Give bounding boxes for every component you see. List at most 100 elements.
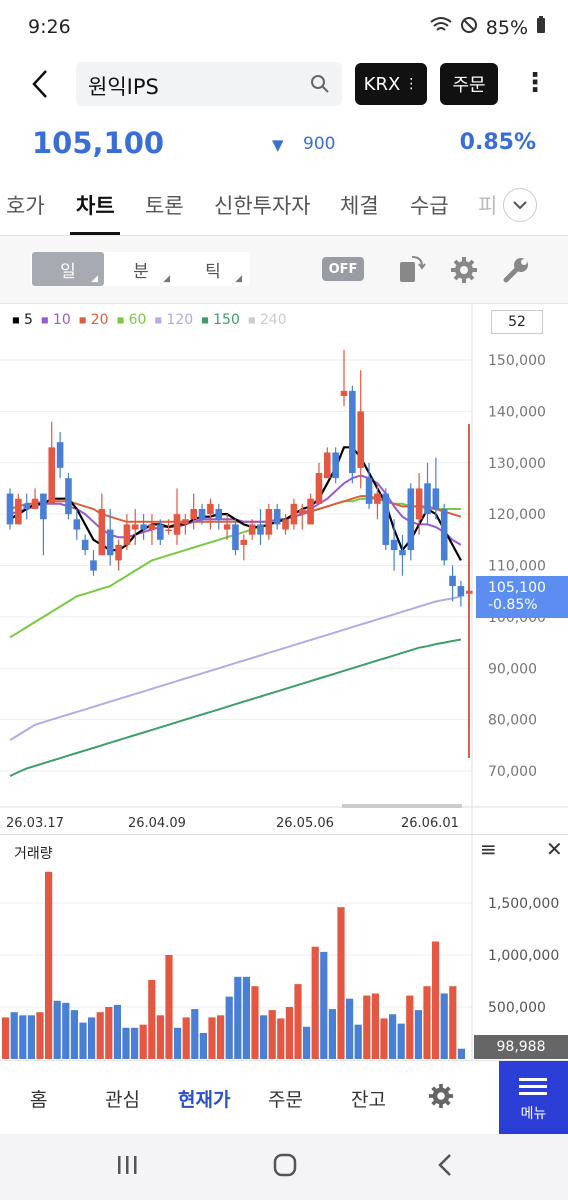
volume-bar [311, 946, 319, 1059]
volume-bar [148, 979, 156, 1059]
x-tick-label: 26.03.17 [6, 816, 64, 831]
order-button[interactable]: 주문 [440, 63, 498, 105]
stock-tabs: 호가 차트 토론 신한투자자 체결 수급 피 [0, 178, 568, 236]
candle-body [290, 503, 298, 525]
moving-average-lines [9, 446, 462, 777]
scroll-thumb[interactable] [342, 804, 462, 808]
krx-button[interactable]: KRX ⋮ [355, 63, 427, 105]
volume-bar [432, 941, 440, 1059]
volume-chart[interactable]: 1,500,000 1,000,000 500,000 거래량 ≡ ✕ 98,988 [0, 834, 568, 1061]
nav-balance[interactable]: 잔고 [351, 1085, 386, 1112]
legend-item: ■ 10 [41, 312, 71, 328]
x-tick-label: 26.05.06 [276, 816, 334, 831]
candle-body [457, 586, 465, 597]
x-tick-label: 26.04.09 [128, 816, 186, 831]
status-bar: 9:26 85% [0, 0, 568, 56]
candle-body [90, 560, 97, 571]
x-axis-ticks: 26.03.17 26.04.09 26.05.06 26.06.01 [6, 816, 459, 831]
volume-bar [277, 1018, 285, 1059]
period-minute-button[interactable]: 분 ◢ [106, 252, 176, 286]
volume-bar [406, 995, 414, 1059]
candle-body [332, 452, 339, 479]
tab-discussion[interactable]: 토론 [145, 190, 184, 220]
candle-body [207, 503, 214, 515]
period-day-button[interactable]: 일 ◢ [32, 252, 104, 286]
candle-body [73, 519, 81, 530]
candle-body [106, 529, 114, 556]
candle-body [465, 590, 473, 594]
candle-body [31, 498, 39, 509]
home-icon[interactable] [272, 1152, 298, 1182]
candle-body [349, 390, 356, 474]
back-nav-icon[interactable] [436, 1152, 454, 1182]
back-button[interactable] [28, 68, 52, 104]
legend-label: 240 [255, 312, 287, 328]
down-triangle-icon: ▼ [272, 136, 284, 154]
period-tick-button[interactable]: 틱 ◢ [178, 252, 248, 286]
nav-menu-button[interactable]: 메뉴 [499, 1061, 568, 1135]
nav-order[interactable]: 주문 [268, 1085, 303, 1112]
recent-apps-icon[interactable] [116, 1154, 138, 1180]
more-menu-icon[interactable]: ⋮ [522, 68, 548, 98]
legend-swatch: ■ [154, 315, 162, 325]
legend-label: 60 [124, 312, 147, 328]
chart-toolbar: 일 ◢ 분 ◢ 틱 ◢ OFF [0, 236, 568, 304]
menu-lines-icon [519, 1077, 547, 1101]
y-tick-label: 140,000 [488, 404, 546, 420]
legend-swatch: ■ [12, 315, 20, 325]
volume-bar [354, 1024, 362, 1059]
tab-shinhan-investors[interactable]: 신한투자자 [214, 190, 311, 220]
volume-bar [363, 995, 371, 1059]
tab-orderbook[interactable]: 호가 [6, 190, 45, 220]
volume-bar [191, 1009, 199, 1059]
current-price-tag: 105,100 -0.85% [476, 576, 568, 618]
volume-bar [122, 1027, 130, 1059]
volume-bar [285, 1007, 293, 1059]
close-icon[interactable]: ✕ [546, 837, 563, 861]
candle-body [165, 529, 172, 532]
price-tag-pct: -0.85% [488, 597, 538, 613]
nav-current-price[interactable]: 현재가 [178, 1085, 230, 1112]
settings-gear-icon[interactable] [450, 256, 478, 288]
tab-trades[interactable]: 체결 [340, 190, 379, 220]
stock-search-box[interactable]: 원익IPS [76, 62, 342, 106]
tab-supply[interactable]: 수급 [410, 190, 449, 220]
tab-overflow[interactable]: 피 [478, 190, 497, 220]
y-tick-label: 130,000 [488, 456, 546, 472]
price-chart-svg: 150,000140,000130,000120,000110,000100,0… [0, 304, 568, 834]
y-tick-label: 110,000 [488, 559, 546, 575]
search-input[interactable]: 원익IPS [88, 71, 159, 101]
y-tick-label: 90,000 [488, 661, 537, 677]
price-change: 900 [303, 134, 336, 154]
tab-chart[interactable]: 차트 [76, 190, 115, 220]
volume-bar [440, 993, 448, 1059]
bottom-nav: 홈 관심 현재가 주문 잔고 메뉴 [0, 1060, 568, 1135]
volume-bar [320, 951, 328, 1059]
overlay-off-toggle[interactable]: OFF [322, 257, 364, 281]
volume-bar [457, 1048, 465, 1059]
candle-body [123, 524, 131, 545]
candle-body [248, 524, 256, 535]
nav-watchlist[interactable]: 관심 [105, 1085, 140, 1112]
rotate-screen-icon[interactable] [398, 254, 426, 288]
price-chart[interactable]: 150,000140,000130,000120,000110,000100,0… [0, 304, 568, 834]
candle-body [81, 539, 89, 551]
tabs-expand-button[interactable] [503, 188, 537, 222]
period-count-box[interactable]: 52 [491, 310, 543, 334]
volume-bar [397, 1023, 405, 1059]
hamburger-icon[interactable]: ≡ [480, 837, 497, 861]
nav-settings-icon[interactable] [428, 1083, 454, 1113]
volume-bar [96, 1012, 104, 1059]
volume-bar [346, 998, 354, 1059]
x-tick-label: 26.06.01 [401, 816, 459, 831]
volume-bar [36, 1012, 44, 1059]
back-arrow-icon [32, 70, 47, 98]
candle-body [265, 508, 273, 535]
volume-bar [251, 986, 259, 1059]
search-icon[interactable] [310, 74, 330, 98]
candle-body [190, 508, 197, 520]
candle-body [257, 524, 264, 535]
wrench-icon[interactable] [502, 256, 530, 288]
nav-home[interactable]: 홈 [30, 1085, 47, 1112]
chevron-down-icon [513, 201, 527, 210]
